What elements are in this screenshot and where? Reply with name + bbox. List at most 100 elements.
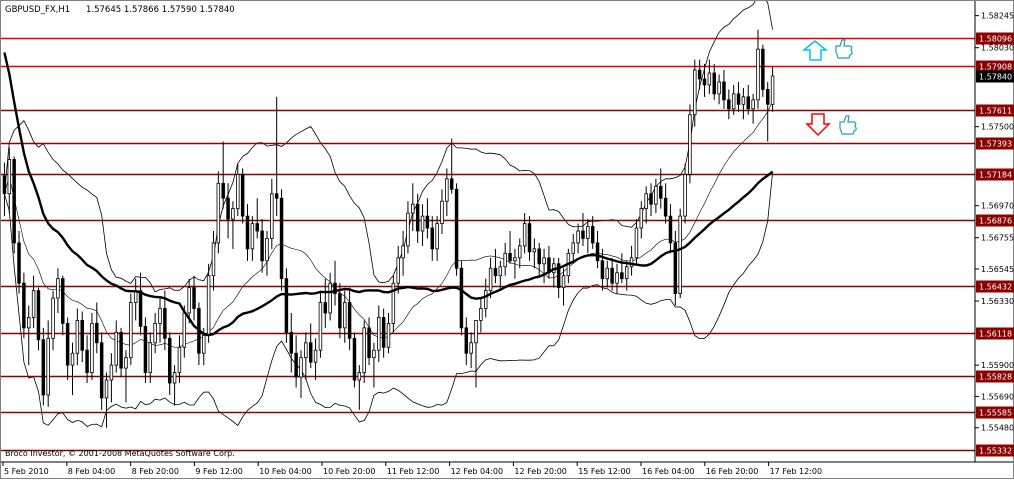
candle-body bbox=[634, 227, 639, 259]
candle-body bbox=[581, 230, 585, 239]
candle-body bbox=[119, 331, 123, 369]
candle-body bbox=[659, 185, 663, 199]
candle-body bbox=[167, 337, 172, 384]
candle-body bbox=[31, 290, 36, 318]
candle-body bbox=[270, 193, 274, 239]
candle-body bbox=[600, 260, 605, 280]
candle-body bbox=[381, 317, 386, 348]
candle-body bbox=[182, 312, 187, 348]
y-tick-label: 1.56755 bbox=[981, 234, 1014, 243]
candle-body bbox=[722, 81, 726, 101]
candle-body bbox=[571, 242, 575, 254]
candle-body bbox=[245, 215, 250, 250]
candle-body bbox=[372, 349, 376, 359]
candle-body bbox=[498, 266, 503, 277]
level-label: 1.58096 bbox=[979, 35, 1012, 44]
candle-body bbox=[454, 188, 459, 269]
candle-body bbox=[736, 93, 741, 105]
candle-body bbox=[751, 99, 755, 110]
y-tick-label: 1.58245 bbox=[981, 12, 1014, 21]
candle-body bbox=[586, 226, 590, 239]
chart-background bbox=[0, 0, 1014, 479]
x-tick-label: 15 Feb 12:00 bbox=[578, 467, 630, 476]
candle-body bbox=[459, 267, 464, 329]
level-label: 1.56118 bbox=[979, 330, 1012, 339]
candle-body bbox=[216, 182, 221, 244]
candle-body bbox=[323, 302, 328, 314]
candle-body bbox=[756, 48, 760, 101]
candle-body bbox=[445, 178, 449, 202]
candle-body bbox=[746, 96, 750, 110]
candle-body bbox=[469, 342, 473, 354]
candle-body bbox=[386, 322, 391, 348]
x-tick-label: 8 Feb 20:00 bbox=[132, 467, 179, 476]
candle-body bbox=[731, 93, 736, 110]
candle-body bbox=[265, 238, 269, 262]
level-label: 1.57611 bbox=[979, 107, 1012, 116]
candle-body bbox=[707, 72, 712, 86]
y-tick-label: 1.58030 bbox=[981, 44, 1014, 53]
candle-body bbox=[644, 193, 648, 210]
candle-body bbox=[192, 287, 196, 309]
candle-body bbox=[688, 114, 692, 175]
chart: 1.58245 1.58030 1.57500 1.56970 1.56755 1.565… bbox=[0, 0, 1014, 479]
candle-body bbox=[367, 327, 371, 359]
candle-body bbox=[46, 337, 50, 396]
x-tick-label: 16 Feb 20:00 bbox=[706, 467, 758, 476]
chart-header-symbol: GBPUSD_FX,H1 bbox=[5, 5, 70, 15]
candle-body bbox=[683, 173, 687, 217]
candle-body bbox=[177, 346, 182, 373]
candle-body bbox=[27, 317, 31, 329]
candle-body bbox=[202, 334, 206, 354]
candle-body bbox=[114, 331, 118, 366]
x-tick-label: 11 Feb 12:00 bbox=[387, 467, 439, 476]
current-price-label: 1.57840 bbox=[979, 73, 1012, 82]
candle-body bbox=[299, 357, 303, 378]
candle-body bbox=[187, 287, 191, 314]
candle-body bbox=[440, 200, 444, 224]
candle-body bbox=[343, 302, 347, 329]
candle-body bbox=[352, 337, 357, 381]
candle-body bbox=[761, 48, 765, 90]
candle-body bbox=[702, 78, 707, 86]
copyright-footer: Broco Investor, © 2001-2008 MetaQuotes S… bbox=[5, 449, 235, 458]
candle-body bbox=[513, 257, 517, 262]
candle-body bbox=[85, 349, 89, 373]
x-tick-label: 12 Feb 04:00 bbox=[451, 467, 503, 476]
candle-body bbox=[226, 197, 230, 220]
candle-body bbox=[250, 223, 255, 250]
candle-body bbox=[17, 242, 21, 284]
x-tick-label: 17 Feb 12:00 bbox=[770, 467, 822, 476]
candle-body bbox=[668, 215, 673, 244]
candle-body bbox=[425, 215, 430, 229]
level-label: 1.57908 bbox=[979, 63, 1012, 72]
x-tick-label: 8 Feb 04:00 bbox=[68, 467, 115, 476]
candle-body bbox=[595, 242, 600, 262]
level-label: 1.56876 bbox=[979, 217, 1012, 226]
candle-body bbox=[75, 320, 80, 354]
candle-body bbox=[124, 357, 128, 369]
candle-body bbox=[284, 278, 289, 333]
candle-body bbox=[357, 372, 362, 381]
candle-body bbox=[279, 197, 284, 280]
candle-body bbox=[542, 257, 546, 265]
candle-body bbox=[70, 352, 75, 366]
candle-body bbox=[172, 372, 177, 384]
candle-body bbox=[576, 230, 580, 244]
candle-body bbox=[313, 349, 318, 363]
candle-body bbox=[65, 322, 70, 366]
candle-body bbox=[406, 212, 410, 247]
candle-body bbox=[654, 185, 658, 205]
x-tick-label: 10 Feb 04:00 bbox=[259, 467, 311, 476]
candle-body bbox=[80, 320, 84, 351]
x-tick-label: 12 Feb 20:00 bbox=[514, 467, 566, 476]
candle-body bbox=[231, 208, 235, 220]
candle-body bbox=[95, 322, 99, 344]
candle-body bbox=[527, 223, 532, 253]
candle-body bbox=[90, 322, 94, 373]
price-chart-svg: 1.58245 1.58030 1.57500 1.56970 1.56755 1.565… bbox=[0, 0, 1014, 479]
y-tick-label: 1.57500 bbox=[981, 123, 1014, 132]
candle-body bbox=[304, 342, 308, 359]
candle-body bbox=[590, 226, 595, 244]
candle-body bbox=[678, 215, 682, 294]
